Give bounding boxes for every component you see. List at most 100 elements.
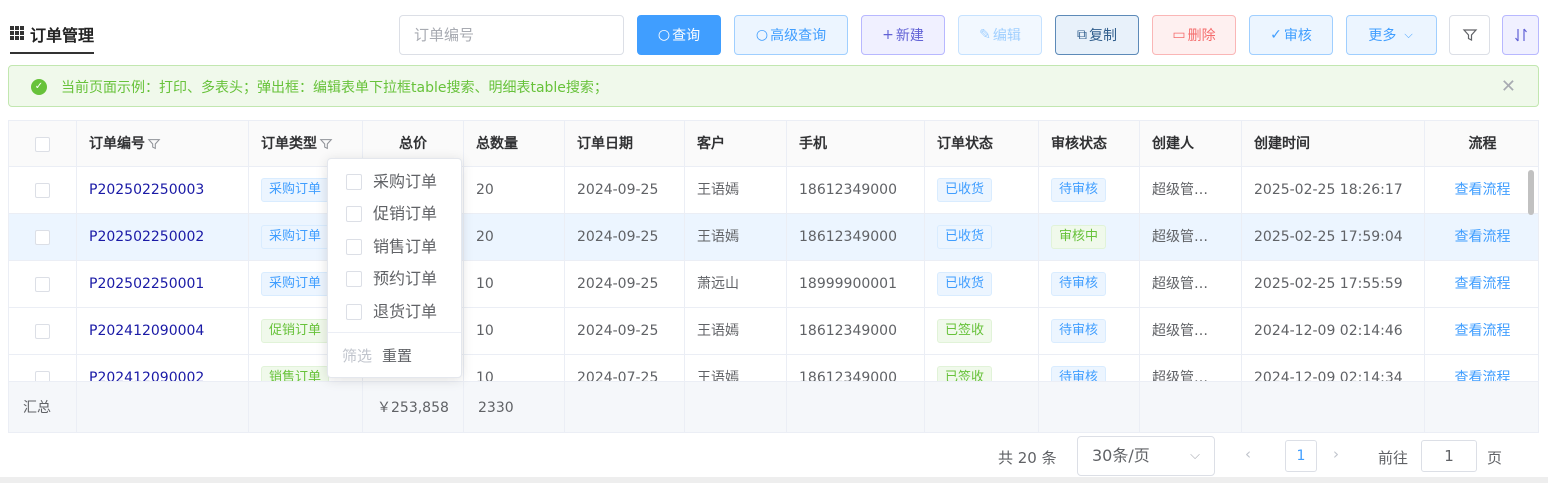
customer-cell: 萧远山 xyxy=(685,261,787,307)
summary-empty-cell xyxy=(1140,382,1242,432)
order-no-search-input[interactable] xyxy=(399,15,624,55)
table-header: 订单编号 订单类型 总价 总数量 订单日期 客户 手机 订单状态 审核状态 创建… xyxy=(9,121,1538,167)
status-badge: 已收货 xyxy=(937,178,993,202)
query-button-label: 查询 xyxy=(672,28,701,44)
order-type-filter-popup: 采购订单 促销订单 销售订单 预约订单 退货订单 筛选 重置 xyxy=(327,158,462,378)
more-dropdown-button[interactable]: 更多 ⌵ xyxy=(1346,15,1437,55)
filter-reset-button[interactable]: 重置 xyxy=(382,345,412,366)
pagination: 共 20 条 30条/页 ⌵ ‹ 1 › 前往 页 xyxy=(0,433,1548,483)
view-flow-link[interactable]: 查看流程 xyxy=(1425,308,1538,354)
advanced-query-label: 高级查询 xyxy=(770,28,827,44)
row-checkbox[interactable] xyxy=(35,229,50,245)
page-unit-label: 页 xyxy=(1487,449,1503,467)
select-all-checkbox[interactable] xyxy=(35,136,50,152)
order-no-link[interactable]: P202412090004 xyxy=(77,308,249,354)
table-row[interactable]: P202412090004 促销订单 10 2024-09-25 王语嫣 186… xyxy=(9,308,1538,355)
filter-option-checkbox[interactable] xyxy=(346,239,362,255)
header-flow: 流程 xyxy=(1468,136,1497,152)
phone-cell: 18612349000 xyxy=(787,355,925,381)
column-filter-button[interactable] xyxy=(1449,15,1490,55)
row-checkbox[interactable] xyxy=(35,370,50,381)
header-order-no[interactable]: 订单编号 xyxy=(77,121,249,167)
row-select-cell xyxy=(9,167,77,213)
qty-cell: 20 xyxy=(464,214,565,260)
chevron-down-icon: ⌵ xyxy=(1190,448,1200,463)
row-checkbox[interactable] xyxy=(35,182,50,198)
horizontal-scrollbar[interactable] xyxy=(0,477,1548,483)
row-checkbox[interactable] xyxy=(35,323,50,339)
customer-cell: 王语嫣 xyxy=(685,167,787,213)
order-no-link[interactable]: P202502250003 xyxy=(77,167,249,213)
audit-status-cell: 待审核 xyxy=(1039,167,1140,213)
filter-option-checkbox[interactable] xyxy=(346,174,362,190)
filter-option-checkbox[interactable] xyxy=(346,206,362,222)
new-button-label: 新建 xyxy=(895,28,924,44)
page-title-text: 订单管理 xyxy=(30,26,95,45)
qty-cell: 10 xyxy=(464,355,565,381)
table-summary-row: 汇总 ￥253,858 2330 xyxy=(9,381,1538,432)
page-number-current[interactable]: 1 xyxy=(1285,440,1317,472)
order-no-link[interactable]: P202502250002 xyxy=(77,214,249,260)
toolbar: 订单管理 ○查询 ○高级查询 +新建 ✎编辑 ⧉复制 ▭删除 ✓审核 更多⌵ xyxy=(0,0,1548,64)
order-status-cell: 已收货 xyxy=(925,167,1039,213)
creator-cell: 超级管… xyxy=(1140,214,1242,260)
prev-page-icon[interactable]: ‹ xyxy=(1245,445,1251,463)
goto-page-input[interactable] xyxy=(1421,440,1477,472)
filter-option-label: 促销订单 xyxy=(373,204,438,223)
filter-option[interactable]: 促销订单 xyxy=(346,203,437,225)
filter-option-checkbox[interactable] xyxy=(346,271,362,287)
table-row[interactable]: P202502250001 采购订单 10 2024-09-25 萧远山 189… xyxy=(9,261,1538,308)
next-page-icon[interactable]: › xyxy=(1333,445,1339,463)
header-creator: 创建人 xyxy=(1140,121,1242,167)
audit-badge: 待审核 xyxy=(1051,319,1107,343)
filter-icon[interactable] xyxy=(319,137,333,151)
status-badge: 已收货 xyxy=(937,272,993,296)
created-at-cell: 2024-12-09 02:14:46 xyxy=(1242,308,1425,354)
order-status-cell: 已签收 xyxy=(925,308,1039,354)
row-checkbox[interactable] xyxy=(35,276,50,292)
view-flow-link[interactable]: 查看流程 xyxy=(1425,167,1538,213)
order-no-link[interactable]: P202502250001 xyxy=(77,261,249,307)
table-scrollbar[interactable] xyxy=(1528,170,1534,215)
filter-option[interactable]: 采购订单 xyxy=(346,171,437,193)
advanced-query-button[interactable]: ○ 高级查询 xyxy=(734,15,848,55)
new-button[interactable]: + 新建 xyxy=(861,15,945,55)
total-count: 共 20 条 xyxy=(998,449,1057,467)
creator-cell: 超级管… xyxy=(1140,261,1242,307)
audit-badge: 审核中 xyxy=(1051,225,1107,249)
edit-button[interactable]: ✎ 编辑 xyxy=(958,15,1042,55)
table-row[interactable]: P202412090002 销售订单 10 2024-07-25 王语嫣 186… xyxy=(9,355,1538,381)
filter-icon[interactable] xyxy=(147,137,161,151)
order-type-tag: 采购订单 xyxy=(261,225,330,249)
query-button[interactable]: ○ 查询 xyxy=(637,15,721,55)
filter-option[interactable]: 预约订单 xyxy=(346,268,437,290)
copy-button[interactable]: ⧉ 复制 xyxy=(1055,15,1139,55)
audit-button[interactable]: ✓ 审核 xyxy=(1249,15,1333,55)
filter-option[interactable]: 销售订单 xyxy=(346,236,437,258)
sort-icon xyxy=(1514,28,1527,42)
filter-confirm-button[interactable]: 筛选 xyxy=(342,345,372,366)
page-size-select[interactable]: 30条/页 ⌵ xyxy=(1077,436,1215,476)
order-no-link[interactable]: P202412090002 xyxy=(77,355,249,381)
row-select-cell xyxy=(9,355,77,381)
sort-toggle-button[interactable] xyxy=(1502,15,1539,55)
filter-option[interactable]: 退货订单 xyxy=(346,301,437,323)
table-row[interactable]: P202502250002 采购订单 20 2024-09-25 王语嫣 186… xyxy=(9,214,1538,261)
created-at-cell: 2025-02-25 17:59:04 xyxy=(1242,214,1425,260)
table-row[interactable]: P202502250003 采购订单 20 2024-09-25 王语嫣 186… xyxy=(9,167,1538,214)
summary-label: 汇总 xyxy=(9,382,77,432)
summary-empty-cell xyxy=(925,382,1039,432)
copy-button-label: 复制 xyxy=(1089,28,1117,44)
view-flow-link[interactable]: 查看流程 xyxy=(1425,214,1538,260)
search-icon: ○ xyxy=(755,27,769,43)
view-flow-link[interactable]: 查看流程 xyxy=(1425,261,1538,307)
status-badge: 已签收 xyxy=(937,366,993,381)
filter-option-checkbox[interactable] xyxy=(346,304,362,320)
header-order-type-label: 订单类型 xyxy=(261,136,317,152)
delete-button[interactable]: ▭ 删除 xyxy=(1152,15,1236,55)
created-at-cell: 2024-12-09 02:14:34 xyxy=(1242,355,1425,381)
customer-cell: 王语嫣 xyxy=(685,355,787,381)
close-icon[interactable]: ✕ xyxy=(1501,76,1516,97)
creator-cell: 超级管… xyxy=(1140,308,1242,354)
view-flow-link[interactable]: 查看流程 xyxy=(1425,355,1538,381)
